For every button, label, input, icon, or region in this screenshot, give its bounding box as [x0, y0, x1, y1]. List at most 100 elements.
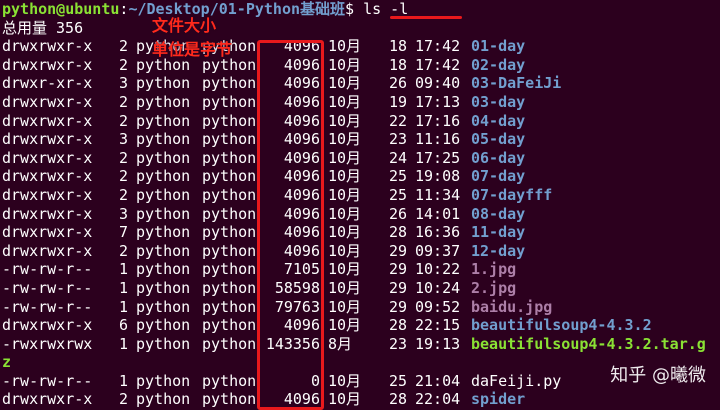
file-perm: drwxrwxr-x: [2, 130, 93, 149]
file-group: python: [202, 334, 257, 353]
file-time: 19:08: [415, 167, 461, 186]
file-month: 10月: [328, 148, 362, 167]
file-group: python: [202, 278, 257, 297]
file-owner: python: [136, 278, 191, 297]
file-group: python: [202, 297, 257, 316]
file-perm: drwxrwxr-x: [2, 148, 93, 167]
file-time: 17:16: [415, 111, 461, 130]
file-month: 10月: [328, 390, 362, 409]
file-day: 18: [388, 37, 407, 56]
file-owner: python: [136, 130, 191, 149]
file-owner: python: [136, 223, 191, 242]
file-name: 08-day: [471, 204, 526, 223]
file-group: python: [202, 390, 257, 409]
file-row: drwxrwxr-x 3 python python 4096 10月 26 14:01 08-…: [2, 205, 718, 224]
file-name: 06-day: [471, 148, 526, 167]
file-links: 1: [118, 260, 128, 279]
annotation-unit-bytes: 单位是字节: [152, 40, 233, 59]
file-month: 10月: [328, 371, 362, 390]
file-perm: -rw-rw-r--: [2, 371, 93, 390]
file-day: 28: [388, 316, 407, 335]
file-links: 1: [118, 297, 128, 316]
file-month: 10月: [328, 278, 362, 297]
file-perm: -rwxrwxrwx: [2, 334, 93, 353]
file-links: 3: [118, 74, 128, 93]
file-row: drwxrwxr-x 2 python python 4096 10月 18 17:42 02-…: [2, 56, 718, 75]
file-row: -rw-rw-r-- 1 python python 7105 10月 29 10:22 1.j…: [2, 260, 718, 279]
file-links: 2: [118, 390, 128, 409]
file-row: drwxr-xr-x 3 python python 4096 10月 26 09:40 03-…: [2, 74, 718, 93]
file-day: 29: [388, 241, 407, 260]
file-row: drwxrwxr-x 3 python python 4096 10月 23 11:16 05-…: [2, 130, 718, 149]
file-name: beautifulsoup4-4.3.2: [471, 316, 652, 335]
file-row: -rw-rw-r-- 1 python python 58598 10月 29 10:24 2.…: [2, 279, 718, 298]
file-group: python: [202, 167, 257, 186]
file-time: 09:52: [415, 297, 461, 316]
file-name: baidu.jpg: [471, 297, 553, 316]
file-row: drwxrwxr-x 2 python python 4096 10月 24 17:25 06-…: [2, 149, 718, 168]
file-month: 10月: [328, 297, 362, 316]
file-links: 3: [118, 130, 128, 149]
file-day: 29: [388, 260, 407, 279]
file-links: 1: [118, 334, 128, 353]
file-row: drwxrwxr-x 2 python python 4096 10月 25 11:34 07-…: [2, 186, 718, 205]
file-links: 1: [118, 371, 128, 390]
file-links: 2: [118, 148, 128, 167]
file-day: 23: [388, 130, 407, 149]
file-row: drwxrwxr-x 6 python python 4096 10月 28 22:15 bea…: [2, 316, 718, 335]
file-month: 8月: [328, 334, 353, 353]
file-perm: drwxrwxr-x: [2, 55, 93, 74]
file-time: 09:37: [415, 241, 461, 260]
file-time: 16:36: [415, 223, 461, 242]
file-day: 25: [388, 167, 407, 186]
file-row: drwxrwxr-x 2 python python 4096 10月 28 22:04 spi…: [2, 390, 718, 409]
file-day: 26: [388, 204, 407, 223]
file-day: 28: [388, 390, 407, 409]
file-owner: python: [136, 204, 191, 223]
file-links: 2: [118, 185, 128, 204]
file-time: 10:24: [415, 278, 461, 297]
file-name: 07-day: [471, 167, 526, 186]
file-month: 10月: [328, 316, 362, 335]
file-group: python: [202, 204, 257, 223]
file-row: -rw-rw-r-- 1 python python 79763 10月 29 09:52 ba…: [2, 298, 718, 317]
file-name: spider: [471, 390, 526, 409]
file-perm: drwxrwxr-x: [2, 241, 93, 260]
file-group: python: [202, 130, 257, 149]
file-day: 24: [388, 148, 407, 167]
file-group: python: [202, 260, 257, 279]
file-name: 12-day: [471, 241, 526, 260]
file-month: 10月: [328, 167, 362, 186]
file-links: 2: [118, 111, 128, 130]
file-row: drwxrwxr-x 2 python python 4096 10月 18 17:42 01-…: [2, 37, 718, 56]
file-month: 10月: [328, 223, 362, 242]
file-perm: -rw-rw-r--: [2, 278, 93, 297]
file-perm: drwxrwxr-x: [2, 111, 93, 130]
file-group: python: [202, 92, 257, 111]
file-day: 18: [388, 55, 407, 74]
file-owner: python: [136, 241, 191, 260]
file-perm: drwxrwxr-x: [2, 92, 93, 111]
file-name: 01-day: [471, 37, 526, 56]
file-time: 17:25: [415, 148, 461, 167]
file-perm: drwxrwxr-x: [2, 223, 93, 242]
file-day: 19: [388, 92, 407, 111]
file-owner: python: [136, 167, 191, 186]
terminal-window[interactable]: python@ubuntu:~/Desktop/01-Python基础班$ ls…: [2, 0, 718, 409]
file-month: 10月: [328, 111, 362, 130]
file-owner: python: [136, 74, 191, 93]
file-perm: drwxrwxr-x: [2, 37, 93, 56]
file-owner: python: [136, 334, 191, 353]
file-day: 28: [388, 223, 407, 242]
prompt-line: python@ubuntu:~/Desktop/01-Python基础班$ ls…: [2, 0, 718, 19]
file-perm: -rw-rw-r--: [2, 260, 93, 279]
file-owner: python: [136, 185, 191, 204]
file-perm: drwxrwxr-x: [2, 204, 93, 223]
file-group: python: [202, 371, 257, 390]
file-group: python: [202, 223, 257, 242]
file-time: 17:42: [415, 55, 461, 74]
file-group: python: [202, 185, 257, 204]
file-time: 19:13: [415, 334, 461, 353]
file-time: 22:04: [415, 390, 461, 409]
file-name: 02-day: [471, 55, 526, 74]
